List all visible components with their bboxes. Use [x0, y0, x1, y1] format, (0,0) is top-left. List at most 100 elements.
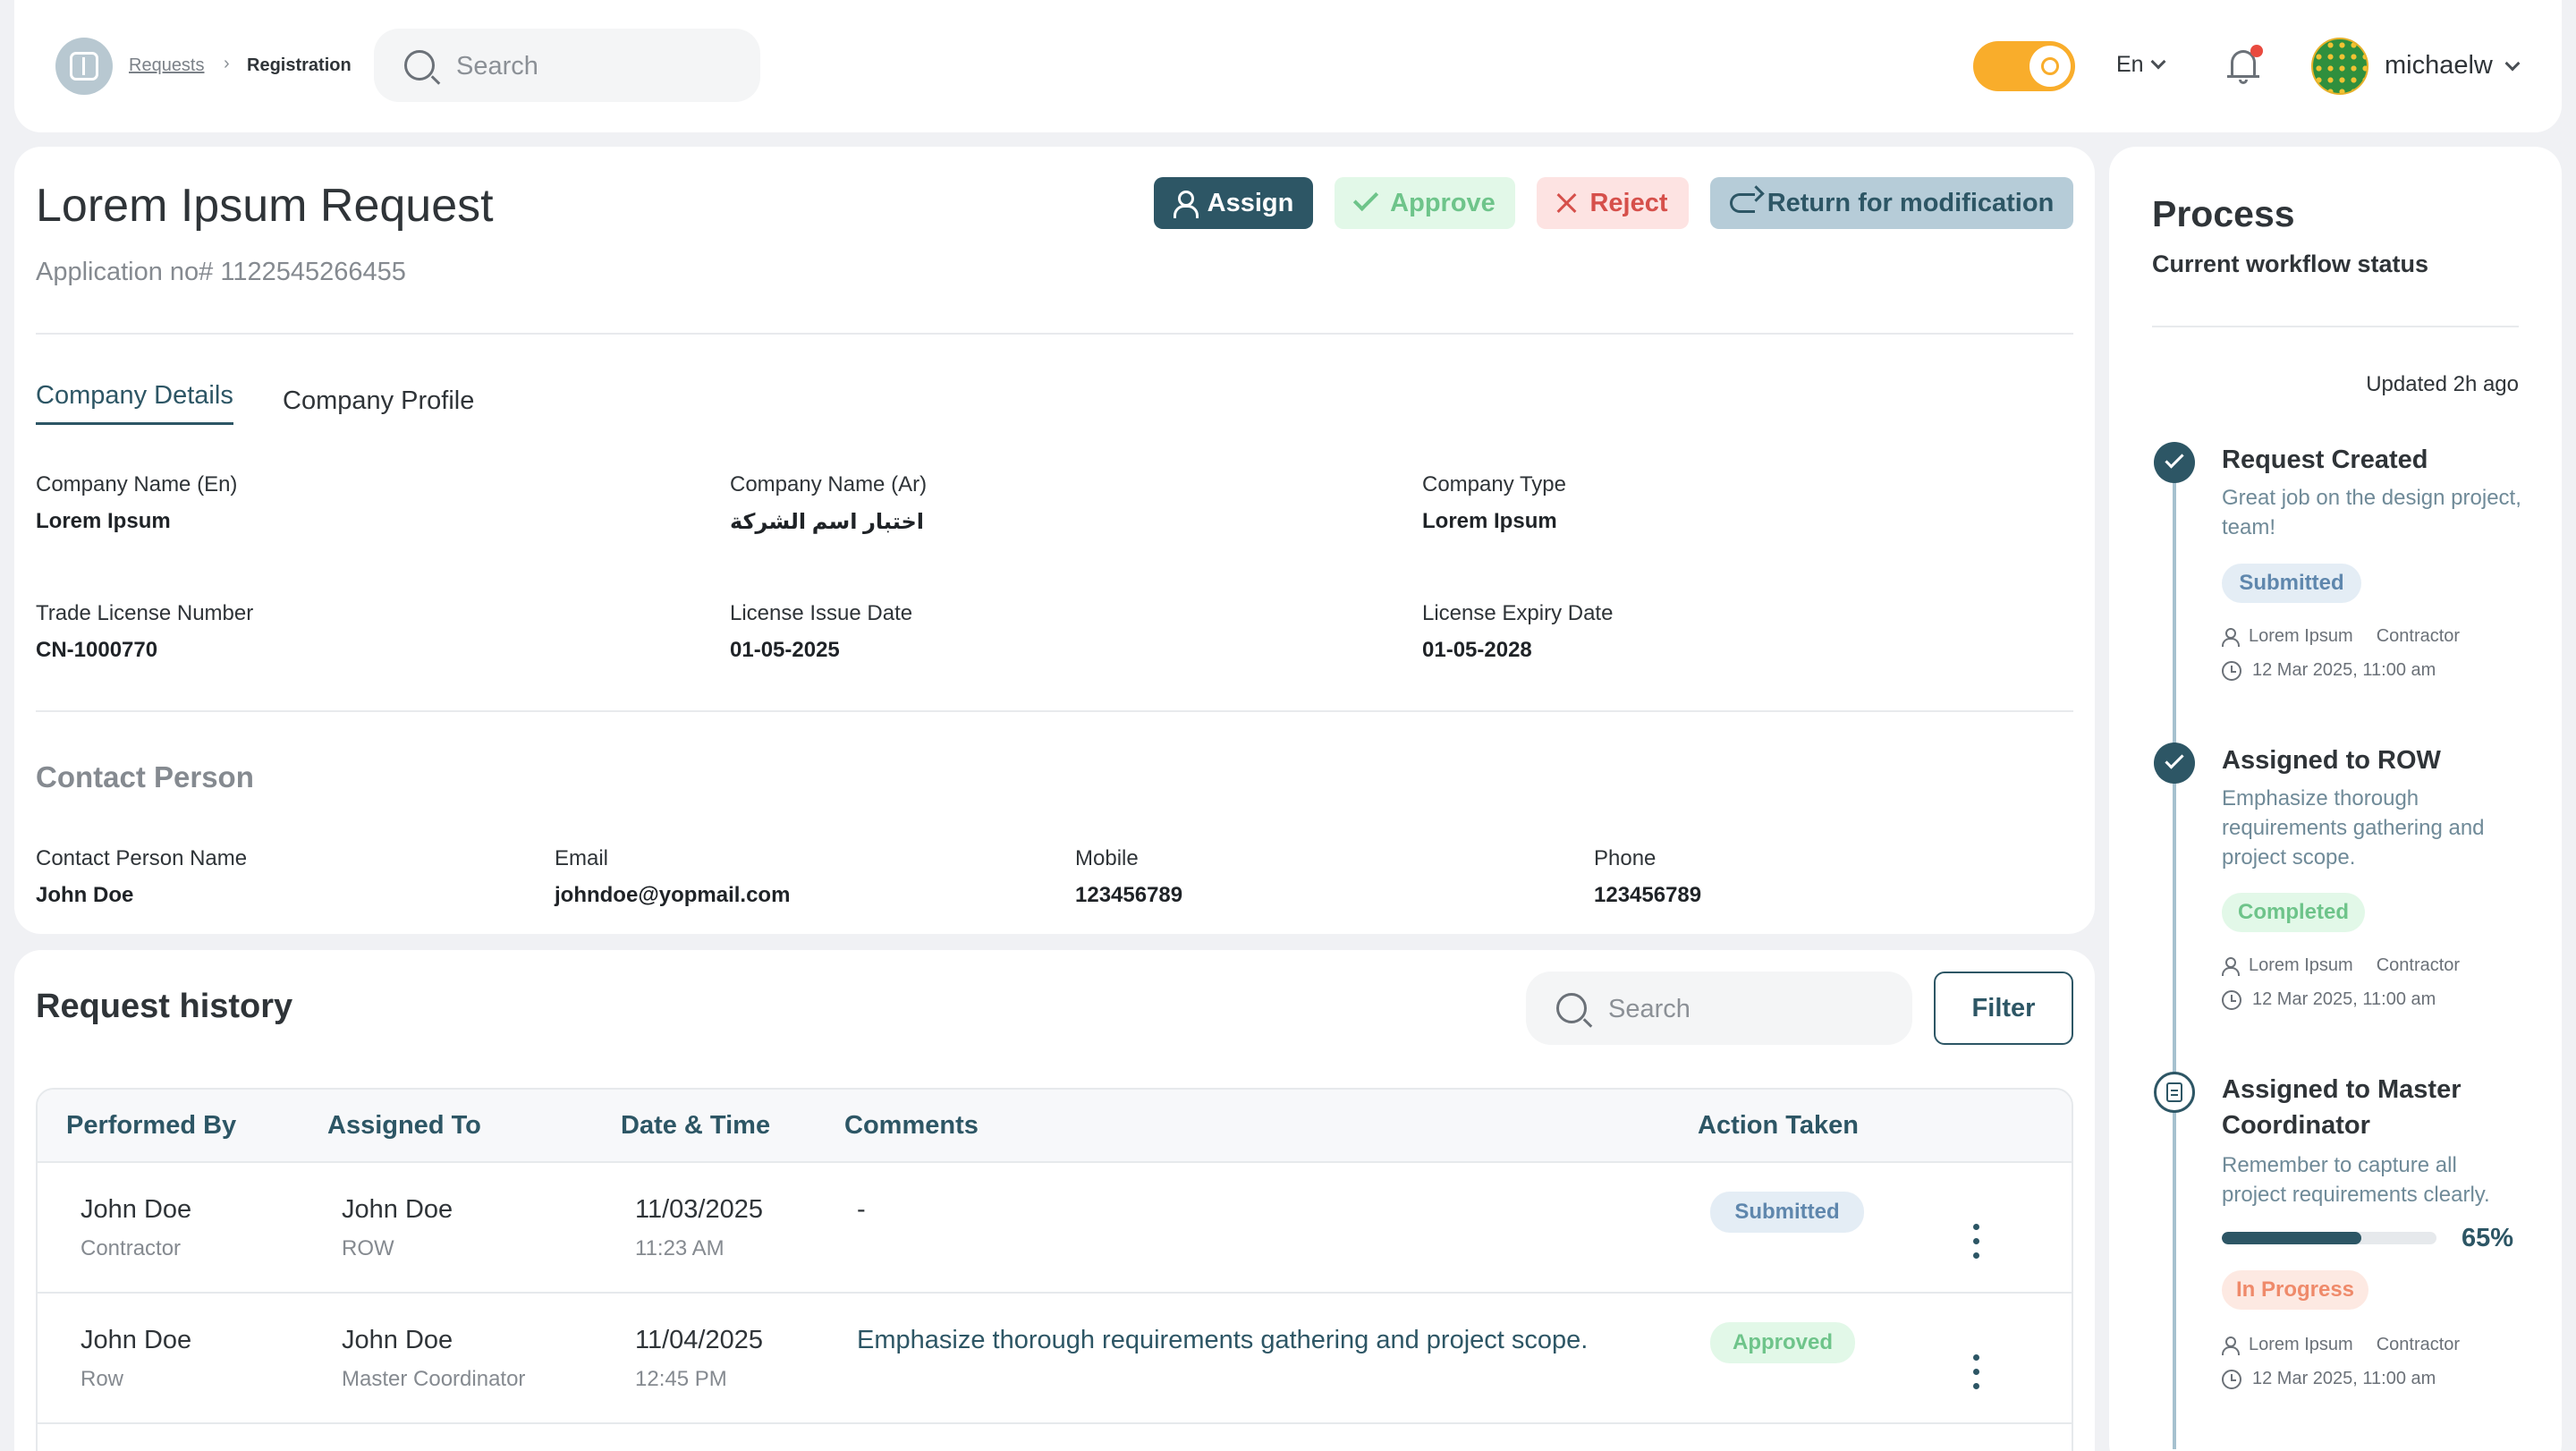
- column-assigned-to[interactable]: Assigned To: [327, 1111, 481, 1141]
- notification-bell-icon[interactable]: [2227, 45, 2263, 84]
- approve-button[interactable]: Approve: [1335, 177, 1515, 229]
- performed-by-role: Contractor: [80, 1236, 182, 1260]
- performed-by-name: John Doe: [80, 1326, 192, 1354]
- step-user-name: Lorem Ipsum: [2249, 1335, 2353, 1354]
- trade-license-label: Trade License Number: [36, 601, 254, 625]
- top-bar: Requests › Registration Search En michae…: [14, 0, 2562, 132]
- mobile-value: 123456789: [1075, 883, 1183, 907]
- global-search-placeholder: Search: [456, 52, 538, 81]
- assigned-to-role: ROW: [342, 1236, 394, 1260]
- process-panel: Process Current workflow status Updated …: [2109, 147, 2562, 1451]
- header-divider: [36, 333, 2073, 335]
- step-user-role: Contractor: [2376, 955, 2461, 975]
- user-icon: [2222, 956, 2240, 976]
- company-name-ar-label: Company Name (Ar): [730, 472, 928, 496]
- step-user: Lorem Ipsum Contractor: [2222, 626, 2460, 647]
- more-actions-icon[interactable]: [1973, 1224, 1980, 1260]
- step-status-badge: Completed: [2222, 893, 2365, 932]
- step-user-role: Contractor: [2376, 1335, 2461, 1354]
- process-subtitle: Current workflow status: [2152, 250, 2429, 277]
- clock-icon: [2222, 1369, 2241, 1389]
- company-name-ar-value: اختبار اسم الشركة: [730, 510, 925, 534]
- step-complete-check-icon: [2154, 742, 2195, 784]
- step-datetime: 12 Mar 2025, 11:00 am: [2222, 1369, 2436, 1389]
- step-progress-label: 65%: [2462, 1224, 2514, 1252]
- filter-button[interactable]: Filter: [1934, 972, 2073, 1045]
- assigned-to-name: John Doe: [342, 1326, 453, 1354]
- step-user-name: Lorem Ipsum: [2249, 626, 2353, 646]
- company-name-en-value: Lorem Ipsum: [36, 509, 171, 533]
- license-expiry-label: License Expiry Date: [1422, 601, 1614, 625]
- step-user-role: Contractor: [2376, 626, 2461, 646]
- global-search-input[interactable]: Search: [374, 29, 760, 102]
- return-for-modification-button[interactable]: Return for modification: [1710, 177, 2073, 229]
- history-table: Performed By Assigned To Date & Time Com…: [36, 1088, 2073, 1451]
- step-status-badge: In Progress: [2222, 1270, 2368, 1310]
- column-comments[interactable]: Comments: [844, 1111, 979, 1141]
- page-title: Lorem Ipsum Request: [36, 180, 494, 232]
- more-actions-icon[interactable]: [1973, 1354, 1980, 1390]
- step-datetime-value: 12 Mar 2025, 11:00 am: [2252, 660, 2436, 680]
- user-icon: [2222, 1336, 2240, 1355]
- column-performed-by[interactable]: Performed By: [66, 1111, 236, 1141]
- sun-icon: [2029, 46, 2071, 87]
- contact-person-title: Contact Person: [36, 760, 254, 793]
- performed-by-name: John Doe: [80, 1195, 192, 1224]
- return-button-label: Return for modification: [1767, 188, 2055, 217]
- status-badge: Submitted: [1710, 1192, 1864, 1233]
- step-status-badge: Submitted: [2222, 564, 2361, 603]
- column-action-taken[interactable]: Action Taken: [1698, 1111, 1859, 1141]
- breadcrumb-requests-link[interactable]: Requests: [129, 55, 205, 76]
- email-value: johndoe@yopmail.com: [555, 883, 791, 907]
- chevron-down-icon: [2150, 54, 2166, 70]
- step-user: Lorem Ipsum Contractor: [2222, 955, 2460, 976]
- step-description: Emphasize thorough requirements gatherin…: [2222, 786, 2485, 870]
- app-logo-icon[interactable]: [55, 38, 113, 95]
- user-avatar[interactable]: [2311, 38, 2368, 95]
- assigned-to-role: Master Coordinator: [342, 1367, 526, 1391]
- company-name-en-label: Company Name (En): [36, 472, 238, 496]
- reject-button-label: Reject: [1589, 188, 1668, 217]
- user-icon: [2222, 627, 2240, 647]
- license-expiry-value: 01-05-2028: [1422, 638, 1532, 662]
- close-icon: [1557, 193, 1577, 213]
- step-user: Lorem Ipsum Contractor: [2222, 1335, 2460, 1355]
- step-user-name: Lorem Ipsum: [2249, 955, 2353, 975]
- phone-label: Phone: [1594, 846, 1657, 870]
- process-divider: [2152, 326, 2519, 327]
- updated-timestamp: Updated 2h ago: [2366, 372, 2519, 396]
- application-number: Application no# 1122545266455: [36, 258, 406, 286]
- step-description: Great job on the design project, team!: [2222, 486, 2521, 539]
- step-datetime: 12 Mar 2025, 11:00 am: [2222, 989, 2436, 1010]
- language-label: En: [2116, 52, 2144, 77]
- row-comment: -: [857, 1195, 866, 1224]
- chevron-down-icon: [2504, 55, 2521, 72]
- trade-license-value: CN-1000770: [36, 638, 158, 662]
- license-issue-label: License Issue Date: [730, 601, 913, 625]
- row-date: 11/03/2025: [635, 1195, 763, 1224]
- status-badge: Approved: [1710, 1322, 1855, 1363]
- theme-toggle[interactable]: [1973, 41, 2075, 91]
- breadcrumb-current: Registration: [247, 55, 352, 75]
- tab-company-profile[interactable]: Company Profile: [283, 386, 474, 416]
- table-header: Performed By Assigned To Date & Time Com…: [38, 1090, 2072, 1163]
- column-date-time[interactable]: Date & Time: [621, 1111, 770, 1141]
- user-menu[interactable]: michaelw: [2385, 51, 2521, 81]
- reject-button[interactable]: Reject: [1537, 177, 1689, 229]
- assign-button-label: Assign: [1207, 188, 1294, 217]
- row-comment: Emphasize thorough requirements gatherin…: [857, 1326, 1589, 1354]
- search-icon: [1556, 993, 1587, 1023]
- clock-icon: [2222, 660, 2241, 681]
- user-icon: [1173, 191, 1199, 218]
- language-selector[interactable]: En: [2116, 52, 2166, 78]
- contact-name-value: John Doe: [36, 883, 134, 907]
- assign-button[interactable]: Assign: [1154, 177, 1313, 229]
- table-row: John Doe Row John Doe Master Coordinator…: [38, 1294, 2072, 1424]
- step-datetime-value: 12 Mar 2025, 11:00 am: [2252, 1369, 2436, 1388]
- company-type-value: Lorem Ipsum: [1422, 509, 1557, 533]
- step-title: Request Created: [2222, 445, 2428, 474]
- tab-company-details[interactable]: Company Details: [36, 381, 233, 425]
- email-label: Email: [555, 846, 609, 870]
- assigned-to-name: John Doe: [342, 1195, 453, 1224]
- history-search-input[interactable]: Search: [1526, 972, 1912, 1045]
